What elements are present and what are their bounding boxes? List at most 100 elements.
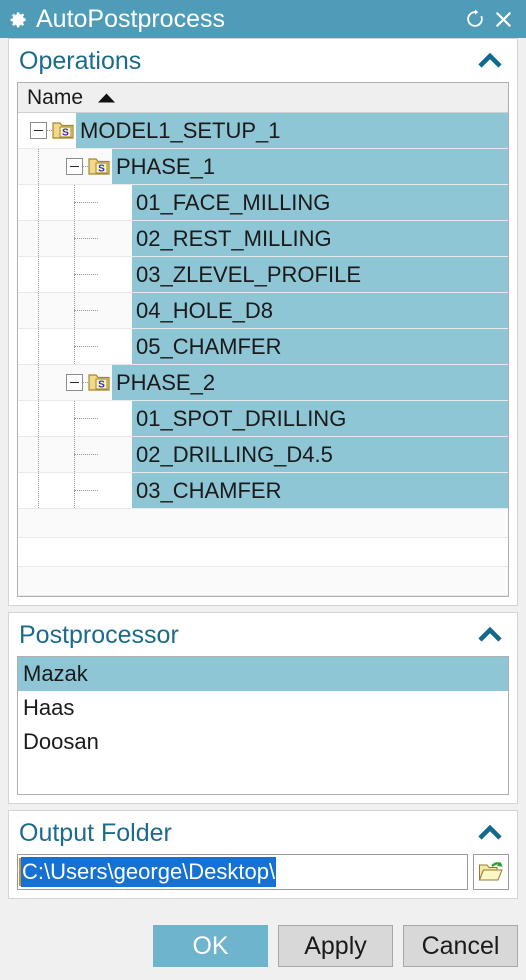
tree-indent: S	[18, 149, 112, 184]
operations-tree[interactable]: Name S MODEL1_SETUP_1 S PHASE_1 01_FACE_MILL…	[17, 82, 509, 597]
chevron-up-icon[interactable]	[475, 624, 505, 646]
tree-elbow	[74, 418, 98, 420]
tree-elbow	[74, 490, 98, 492]
output-folder-title: Output Folder	[19, 818, 172, 847]
output-path-input[interactable]: C:\Users\george\Desktop\	[17, 854, 468, 890]
window-title: AutoPostprocess	[36, 5, 225, 33]
tree-row[interactable]: 01_FACE_MILLING	[18, 185, 508, 221]
postprocessor-list-item[interactable]: Mazak	[18, 657, 508, 691]
tree-node-label[interactable]: PHASE_1	[112, 149, 508, 184]
tree-row[interactable]: 03_ZLEVEL_PROFILE	[18, 257, 508, 293]
dialog-content: Operations Name S MODEL1_SETUP_1 S PHASE_1 0…	[0, 38, 526, 917]
tree-node-label[interactable]: PHASE_2	[112, 365, 508, 400]
tree-row[interactable]: 03_CHAMFER	[18, 473, 508, 509]
tree-indent	[18, 185, 132, 220]
postprocessor-group-header[interactable]: Postprocessor	[9, 613, 517, 656]
output-path-value: C:\Users\george\Desktop\	[21, 857, 277, 887]
program-group-folder-icon: S	[88, 158, 110, 175]
tree-node-label[interactable]: 02_REST_MILLING	[132, 221, 508, 256]
tree-expander-collapse[interactable]	[30, 122, 47, 139]
tree-guide-line	[38, 401, 40, 436]
tree-guide-line	[38, 437, 40, 472]
operations-title: Operations	[19, 46, 142, 75]
gear-icon	[10, 11, 26, 27]
postprocessor-listbox[interactable]: Mazak Haas Doosan	[17, 656, 509, 795]
reset-button[interactable]	[462, 6, 488, 32]
tree-column-header[interactable]: Name	[18, 83, 508, 113]
postprocessor-list-item[interactable]: Doosan	[18, 725, 508, 759]
tree-elbow	[74, 454, 98, 456]
tree-indent: S	[18, 113, 76, 148]
program-group-folder-icon: S	[52, 122, 74, 139]
svg-text:S: S	[98, 164, 105, 175]
postprocessor-title: Postprocessor	[19, 620, 179, 649]
output-folder-group: Output Folder C:\Users\george\Desktop\	[8, 810, 518, 899]
svg-text:S: S	[98, 380, 105, 391]
cancel-button[interactable]: Cancel	[403, 925, 518, 967]
tree-row[interactable]: 05_CHAMFER	[18, 329, 508, 365]
tree-node-label[interactable]: 05_CHAMFER	[132, 329, 508, 364]
tree-guide-line	[38, 365, 40, 400]
tree-row[interactable]: 04_HOLE_D8	[18, 293, 508, 329]
operations-group-body: Name S MODEL1_SETUP_1 S PHASE_1 01_FACE_MILL…	[9, 82, 517, 605]
tree-indent: S	[18, 365, 112, 400]
tree-row[interactable]: S PHASE_1	[18, 149, 508, 185]
operations-group: Operations Name S MODEL1_SETUP_1 S PHASE_1 0…	[8, 38, 518, 606]
svg-text:S: S	[62, 128, 69, 139]
chevron-up-icon[interactable]	[475, 822, 505, 844]
tree-row[interactable]: 01_SPOT_DRILLING	[18, 401, 508, 437]
tree-expander-collapse[interactable]	[66, 158, 83, 175]
autopostprocess-dialog: AutoPostprocess Operations Name S MODEL1…	[0, 0, 526, 980]
tree-node-label[interactable]: 01_SPOT_DRILLING	[132, 401, 508, 436]
tree-indent	[18, 257, 132, 292]
postprocessor-group: Postprocessor Mazak Haas Doosan	[8, 612, 518, 804]
output-folder-group-header[interactable]: Output Folder	[9, 811, 517, 854]
tree-node-label[interactable]: 01_FACE_MILLING	[132, 185, 508, 220]
tree-guide-line	[38, 149, 40, 184]
program-group-folder-icon: S	[88, 374, 110, 391]
tree-node-label[interactable]: 02_DRILLING_D4.5	[132, 437, 508, 472]
postprocessor-list-item[interactable]: Haas	[18, 691, 508, 725]
open-folder-icon	[478, 862, 503, 881]
apply-button[interactable]: Apply	[278, 925, 393, 967]
tree-empty-row	[18, 509, 508, 538]
tree-elbow	[74, 202, 98, 204]
tree-guide-line	[38, 473, 40, 508]
tree-empty-row	[18, 538, 508, 567]
tree-guide-line	[38, 293, 40, 328]
tree-guide-line	[38, 329, 40, 364]
tree-elbow	[74, 346, 98, 348]
tree-indent	[18, 473, 132, 508]
ok-button[interactable]: OK	[153, 925, 268, 967]
tree-body: S MODEL1_SETUP_1 S PHASE_1 01_FACE_MILLING 02…	[18, 113, 508, 596]
tree-node-label[interactable]: 04_HOLE_D8	[132, 293, 508, 328]
column-header-name: Name	[27, 85, 84, 109]
tree-elbow	[74, 274, 98, 276]
tree-elbow	[74, 310, 98, 312]
dialog-footer: OK Apply Cancel	[0, 917, 526, 980]
chevron-up-icon[interactable]	[475, 50, 505, 72]
tree-row[interactable]: 02_REST_MILLING	[18, 221, 508, 257]
operations-group-header[interactable]: Operations	[9, 39, 517, 82]
title-bar: AutoPostprocess	[0, 0, 526, 38]
reset-icon	[467, 9, 483, 27]
tree-guide-line	[38, 257, 40, 292]
tree-guide-line	[38, 221, 40, 256]
tree-node-label[interactable]: MODEL1_SETUP_1	[76, 113, 508, 148]
browse-folder-button[interactable]	[473, 854, 509, 890]
tree-elbow	[74, 238, 98, 240]
tree-row[interactable]: S MODEL1_SETUP_1	[18, 113, 508, 149]
close-button[interactable]	[490, 6, 516, 32]
tree-node-label[interactable]: 03_ZLEVEL_PROFILE	[132, 257, 508, 292]
tree-node-label[interactable]: 03_CHAMFER	[132, 473, 508, 508]
tree-expander-collapse[interactable]	[66, 374, 83, 391]
tree-indent	[18, 329, 132, 364]
tree-row[interactable]: S PHASE_2	[18, 365, 508, 401]
postprocessor-group-body: Mazak Haas Doosan	[9, 656, 517, 803]
tree-indent	[18, 293, 132, 328]
output-path-row: C:\Users\george\Desktop\	[17, 854, 509, 890]
tree-empty-row	[18, 567, 508, 596]
sort-ascending-icon	[98, 93, 116, 102]
tree-indent	[18, 221, 132, 256]
tree-row[interactable]: 02_DRILLING_D4.5	[18, 437, 508, 473]
